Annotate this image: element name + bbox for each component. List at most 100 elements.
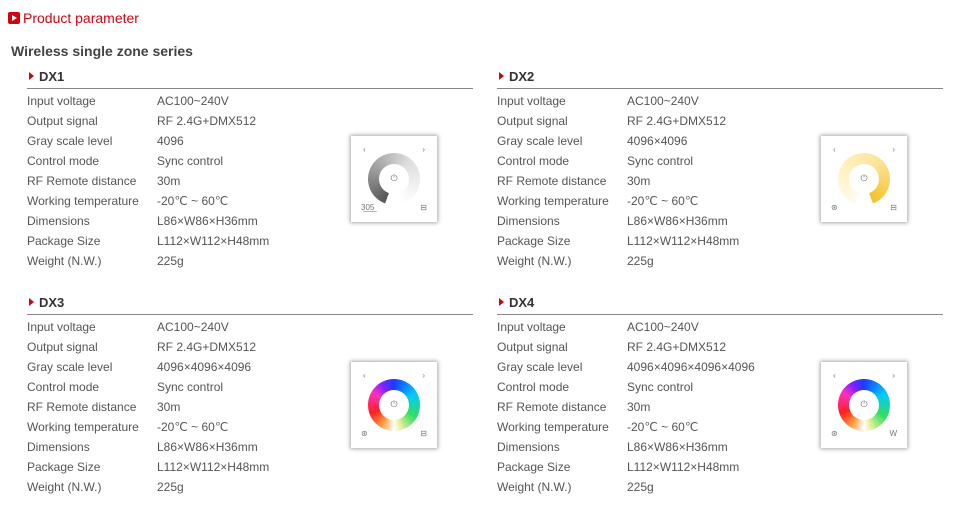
spec-label: Weight (N.W.) (497, 480, 572, 494)
spec-value: RF 2.4G+DMX512 (157, 340, 257, 354)
product-name: DX3 (39, 294, 65, 310)
spec-value: RF 2.4G+DMX512 (627, 114, 727, 128)
spec-value: L86×W86×H36mm (157, 440, 258, 454)
triangle-right-icon (499, 72, 504, 80)
spec-row: Package Size L112×W112×H48mm (27, 231, 473, 251)
spec-value: -20℃ ~ 60℃ (157, 420, 229, 434)
spec-row: Input voltage AC100~240V (497, 91, 943, 111)
power-icon: ⏻ (860, 399, 868, 409)
section-title: Product parameter (23, 10, 139, 26)
spec-row: Weight (N.W.) 225g (27, 477, 473, 497)
spec-value: 30m (157, 174, 181, 188)
spec-row: Weight (N.W.) 225g (497, 477, 943, 497)
spec-label: Control mode (27, 380, 100, 394)
spec-label: Input voltage (497, 94, 566, 108)
spec-label: Input voltage (27, 94, 96, 108)
spec-value: 4096×4096 (627, 134, 688, 148)
spec-value: Sync control (157, 380, 224, 394)
spec-label: RF Remote distance (27, 174, 137, 188)
spec-row: Input voltage AC100~240V (27, 317, 473, 337)
spec-value: 4096 (157, 134, 184, 148)
spec-value: 30m (157, 400, 181, 414)
zone-icon: ⊟ (890, 203, 897, 212)
power-icon: ⏻ (390, 399, 398, 409)
divider (497, 88, 943, 89)
spec-value: L112×W112×H48mm (627, 234, 740, 248)
spec-value: -20℃ ~ 60℃ (627, 194, 699, 208)
spec-label: Output signal (497, 114, 568, 128)
spec-value: AC100~240V (627, 94, 699, 108)
spec-value: L86×W86×H36mm (627, 440, 728, 454)
product-image-dx2: ‹ › ⏻ ⊛ ⊟ (821, 136, 907, 222)
white-channel-label: W (889, 429, 897, 438)
play-square-icon (8, 12, 20, 24)
product-name: DX2 (509, 68, 535, 84)
spec-value: 225g (627, 254, 654, 268)
spec-row: Weight (N.W.) 225g (27, 251, 473, 271)
spec-value: 225g (627, 480, 654, 494)
spec-value: 30m (627, 174, 651, 188)
chevron-left-icon: ‹ (363, 145, 366, 154)
spec-label: Package Size (27, 460, 101, 474)
spec-row: Package Size L112×W112×H48mm (497, 457, 943, 477)
divider (27, 88, 473, 89)
chevron-right-icon: › (892, 145, 895, 154)
spec-label: Gray scale level (27, 360, 113, 374)
spec-label: Input voltage (497, 320, 566, 334)
spec-label: Dimensions (497, 440, 560, 454)
spec-label: Working temperature (497, 420, 609, 434)
spec-row: Output signal RF 2.4G+DMX512 (27, 337, 473, 357)
spec-value: 225g (157, 254, 184, 268)
spec-row: Weight (N.W.) 225g (497, 251, 943, 271)
divider (497, 314, 943, 315)
spec-value: AC100~240V (627, 320, 699, 334)
mode-icon: ⊛ (831, 203, 838, 212)
spec-row: Input voltage AC100~240V (27, 91, 473, 111)
product-image-dx1: ‹ › ⏻ 3̲0̲5̲ ⊟ (351, 136, 437, 222)
spec-label: Dimensions (27, 440, 90, 454)
zone-icon: ⊟ (420, 429, 427, 438)
spec-value: Sync control (157, 154, 224, 168)
spec-label: Output signal (497, 340, 568, 354)
spec-label: Output signal (27, 114, 98, 128)
spec-label: Gray scale level (27, 134, 113, 148)
triangle-right-icon (29, 72, 34, 80)
spec-value: L112×W112×H48mm (627, 460, 740, 474)
spec-label: Package Size (27, 234, 101, 248)
spec-value: Sync control (627, 380, 694, 394)
spec-label: Dimensions (27, 214, 90, 228)
cct-icon: 3̲0̲5̲ (361, 203, 375, 212)
spec-label: Dimensions (497, 214, 560, 228)
spec-row: Output signal RF 2.4G+DMX512 (497, 111, 943, 131)
power-icon: ⏻ (390, 173, 398, 183)
spec-label: Working temperature (27, 194, 139, 208)
spec-label: Gray scale level (497, 134, 583, 148)
spec-value: 30m (627, 400, 651, 414)
spec-label: RF Remote distance (27, 400, 137, 414)
chevron-right-icon: › (892, 371, 895, 380)
spec-value: Sync control (627, 154, 694, 168)
product-image-dx4: ‹ › ⏻ ⊛ W (821, 362, 907, 448)
spec-value: AC100~240V (157, 320, 229, 334)
divider (27, 314, 473, 315)
spec-row: Input voltage AC100~240V (497, 317, 943, 337)
chevron-right-icon: › (422, 145, 425, 154)
spec-value: RF 2.4G+DMX512 (627, 340, 727, 354)
spec-value: 4096×4096×4096×4096 (627, 360, 755, 374)
spec-value: L112×W112×H48mm (157, 460, 270, 474)
spec-value: AC100~240V (157, 94, 229, 108)
spec-label: Working temperature (497, 194, 609, 208)
mode-icon: ⊛ (831, 429, 838, 438)
spec-value: -20℃ ~ 60℃ (157, 194, 229, 208)
spec-label: Package Size (497, 460, 571, 474)
spec-label: Package Size (497, 234, 571, 248)
power-icon: ⏻ (860, 173, 868, 183)
spec-label: Control mode (497, 154, 570, 168)
chevron-left-icon: ‹ (363, 371, 366, 380)
product-image-dx3: ‹ › ⏻ ⊛ ⊟ (351, 362, 437, 448)
spec-label: Control mode (27, 154, 100, 168)
spec-label: Working temperature (27, 420, 139, 434)
spec-row: Package Size L112×W112×H48mm (27, 457, 473, 477)
product-name: DX1 (39, 68, 65, 84)
section-header: Product parameter (8, 10, 139, 26)
